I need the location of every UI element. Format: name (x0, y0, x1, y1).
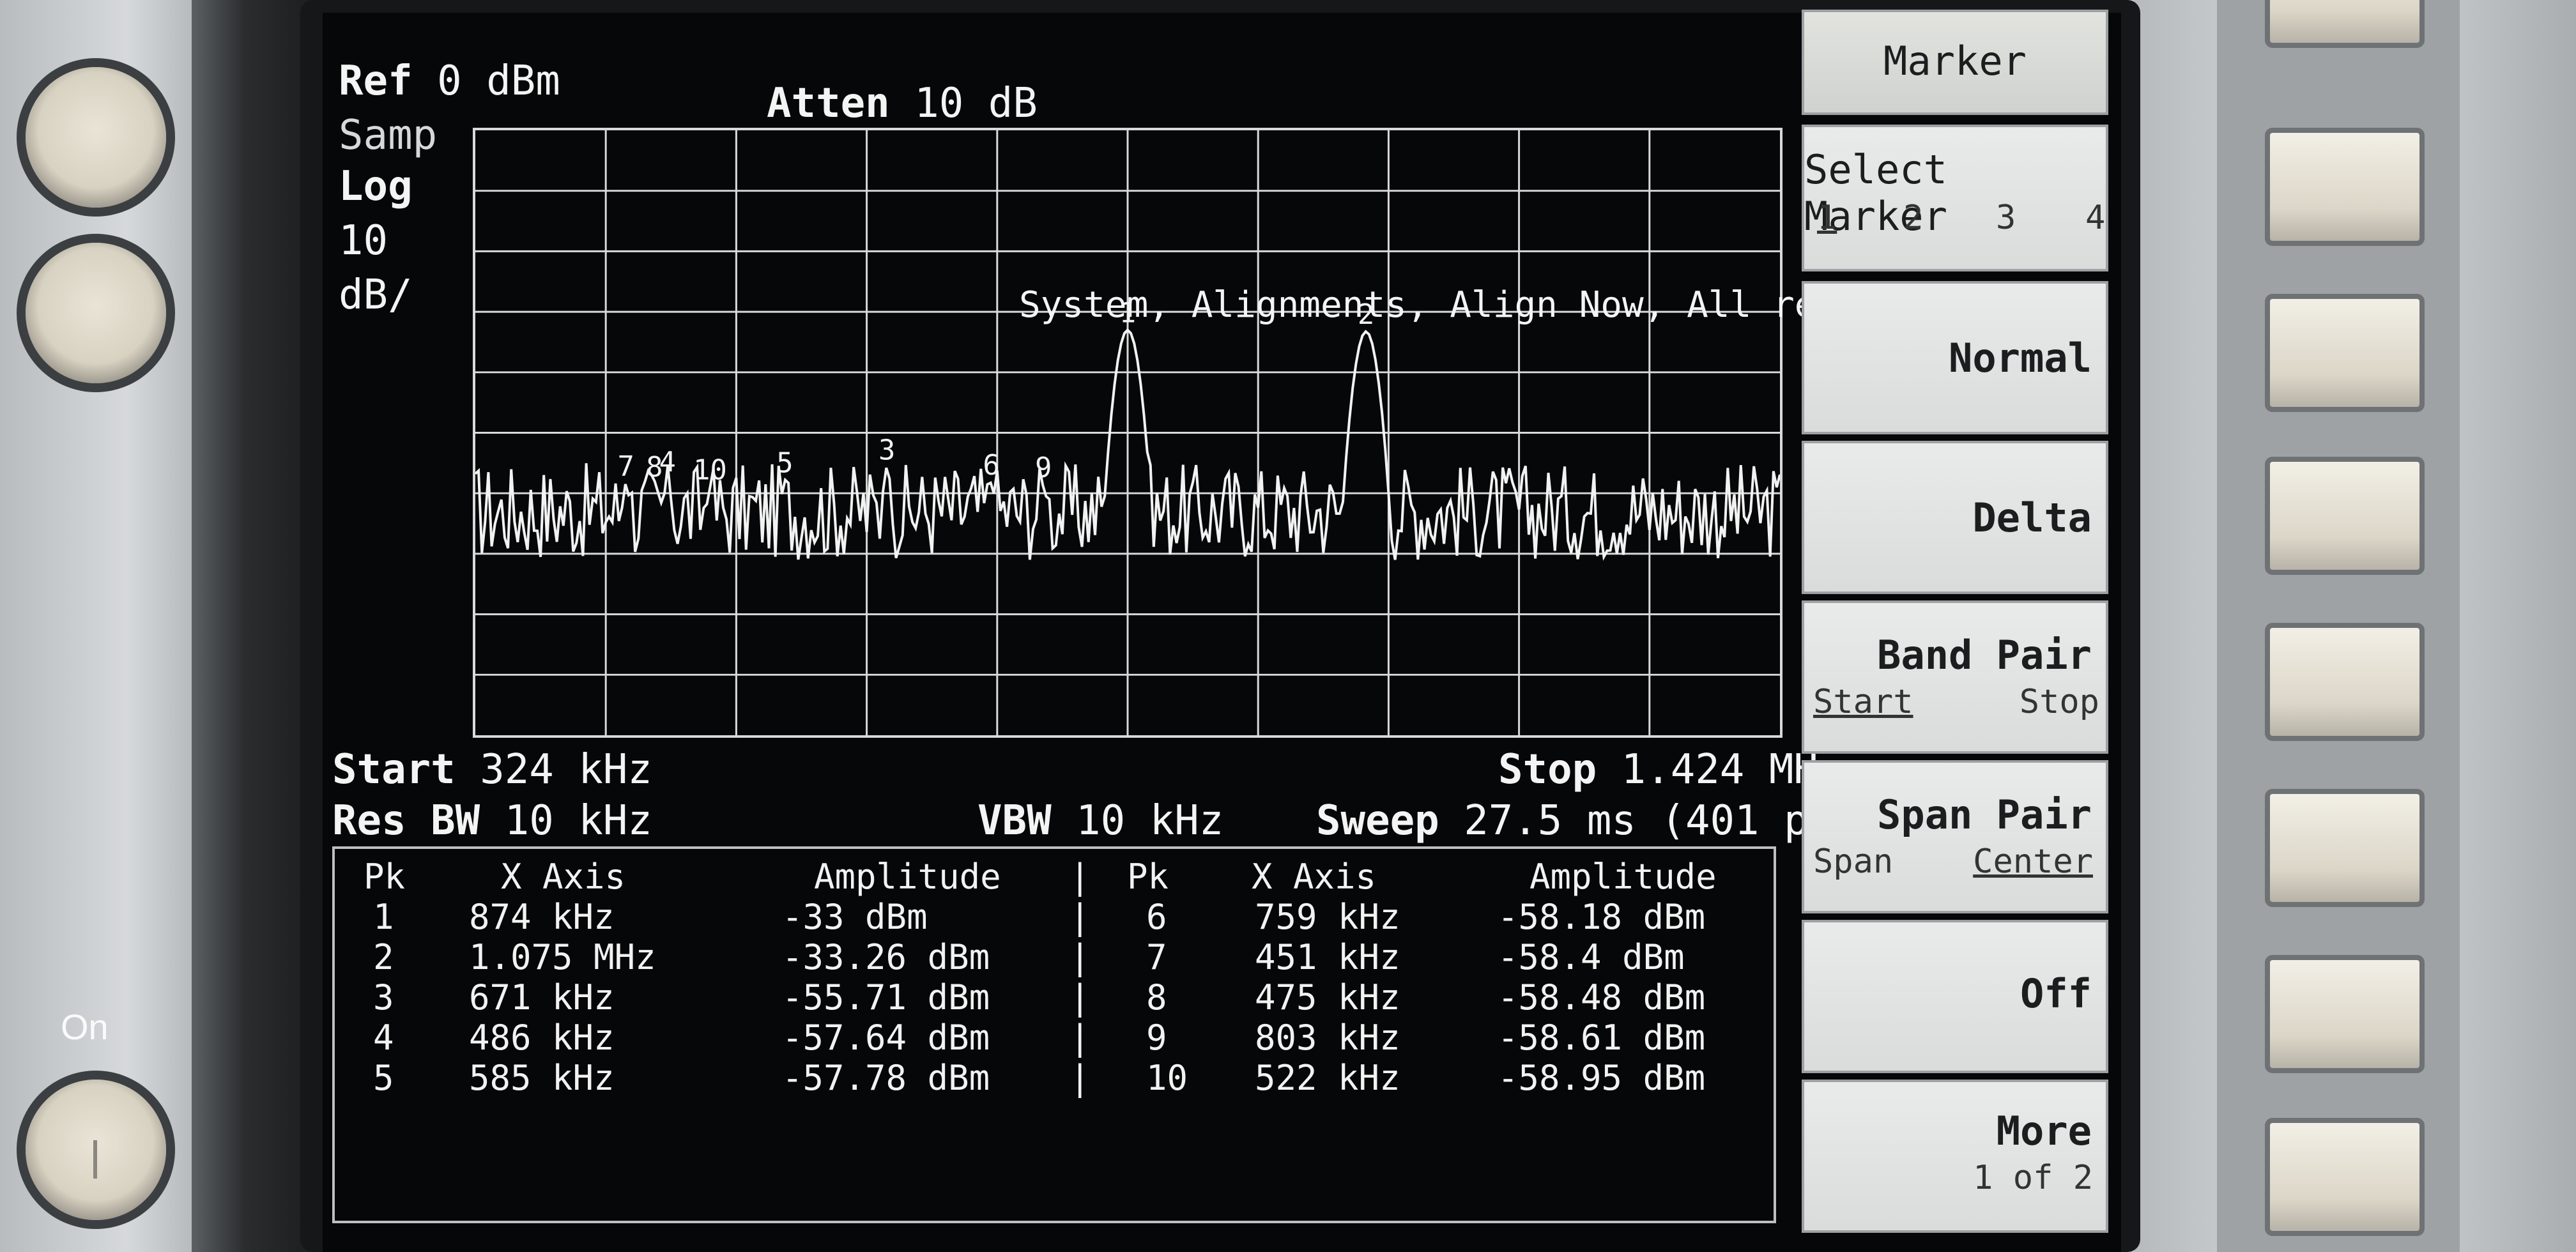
col-header-amplitude: Amplitude (814, 857, 1001, 897)
start-frequency: Start 324 kHz (332, 746, 652, 793)
normal-softkey[interactable]: Normal (1802, 281, 2108, 434)
band-pair-start-option: Start (1813, 683, 1913, 721)
col-header-x-axis: X Axis (501, 857, 626, 897)
front-panel-key-2[interactable] (26, 243, 166, 383)
row-separator: | (1070, 1058, 1091, 1098)
power-icon (93, 1140, 97, 1179)
peak-cell-pk-right: 9 (1146, 1018, 1167, 1058)
span-pair-softkey[interactable]: Span Pair Span Center (1802, 760, 2108, 913)
peak-cell-amp: -55.71 dBm (782, 977, 990, 1018)
peak-cell-x-right: 803 kHz (1255, 1018, 1400, 1058)
peak-cell-amp-right: -58.4 dBm (1498, 937, 1685, 977)
hard-key-0[interactable] (2265, 0, 2425, 48)
delta-softkey[interactable]: Delta (1802, 441, 2108, 594)
span-pair-center-option: Center (1973, 843, 2093, 881)
row-separator: | (1070, 937, 1091, 977)
marker-label-5: 5 (776, 447, 793, 479)
hard-key-6[interactable] (2265, 955, 2425, 1073)
peak-cell-pk: 2 (373, 937, 394, 977)
hard-key-5[interactable] (2265, 789, 2425, 907)
peak-cell-amp: -33 dBm (782, 897, 928, 937)
marker-label-3: 3 (878, 434, 895, 467)
peak-cell-pk-right: 7 (1146, 937, 1167, 977)
video-bandwidth: VBW 10 kHz (977, 797, 1224, 844)
front-panel-key-1[interactable] (26, 67, 166, 208)
span-pair-span-option: Span (1813, 843, 1894, 881)
peak-table: Pk X Axis Amplitude | Pk X Axis Amplitud… (332, 846, 1776, 1223)
select-marker-option-4: 4 (2085, 199, 2106, 237)
hard-key-4[interactable] (2265, 623, 2425, 741)
band-pair-softkey[interactable]: Band Pair Start Stop (1802, 600, 2108, 754)
hard-key-3[interactable] (2265, 457, 2425, 575)
col-header-x-axis-right: X Axis (1252, 857, 1377, 897)
select-marker-option-1: 1 (1817, 199, 1837, 237)
peak-cell-pk-right: 6 (1146, 897, 1167, 937)
detector-mode: Samp (339, 112, 438, 159)
marker-label-8: 8 (646, 451, 663, 484)
more-softkey[interactable]: More 1 of 2 (1802, 1080, 2108, 1233)
peak-cell-x-right: 522 kHz (1255, 1058, 1400, 1098)
hard-key-2[interactable] (2265, 294, 2425, 412)
menu-title: Marker (1802, 10, 2108, 115)
marker-label-6: 6 (983, 449, 999, 482)
peak-cell-amp: -57.78 dBm (782, 1058, 990, 1098)
col-header-pk-right: Pk (1127, 857, 1169, 897)
off-softkey[interactable]: Off (1802, 920, 2108, 1073)
more-page-indicator: 1 of 2 (1973, 1159, 2093, 1197)
stop-frequency: Stop 1.424 MHz (1498, 746, 1843, 793)
peak-cell-x: 585 kHz (469, 1058, 615, 1098)
marker-label-10: 10 (693, 454, 727, 486)
row-separator: | (1070, 897, 1091, 937)
power-on-label: On (61, 1007, 109, 1047)
scale-per-division: 10 (339, 217, 388, 264)
marker-label-9: 9 (1035, 452, 1052, 484)
select-marker-option-2: 2 (1903, 199, 1924, 237)
marker-label-7: 7 (618, 450, 634, 483)
hard-key-7[interactable] (2265, 1118, 2425, 1236)
peak-cell-x-right: 451 kHz (1255, 937, 1400, 977)
select-marker-option-3: 3 (1996, 199, 2016, 237)
peak-cell-pk-right: 8 (1146, 977, 1167, 1018)
peak-cell-amp-right: -58.48 dBm (1498, 977, 1706, 1018)
resolution-bandwidth: Res BW 10 kHz (332, 797, 652, 844)
peak-cell-pk: 5 (373, 1058, 394, 1098)
peak-cell-x: 1.075 MHz (469, 937, 656, 977)
peak-cell-pk-right: 10 (1146, 1058, 1188, 1098)
col-header-amplitude-right: Amplitude (1529, 857, 1717, 897)
reference-level: Ref 0 dBm (339, 57, 560, 105)
row-separator: | (1070, 977, 1091, 1018)
peak-cell-amp: -33.26 dBm (782, 937, 990, 977)
peak-cell-amp-right: -58.61 dBm (1498, 1018, 1706, 1058)
peak-cell-pk: 4 (373, 1018, 394, 1058)
peak-cell-amp-right: -58.95 dBm (1498, 1058, 1706, 1098)
sweep-time: Sweep 27.5 ms (401 pts) (1316, 797, 1883, 844)
scale-unit: dB/ (339, 271, 413, 319)
band-pair-stop-option: Stop (2019, 683, 2099, 721)
spectrum-plot: 1 234 5 67 8 910 (475, 130, 1780, 735)
col-header-pk: Pk (364, 857, 406, 897)
select-marker-softkey[interactable]: Select Marker 1 2 3 4 (1802, 125, 2108, 271)
peak-cell-x: 486 kHz (469, 1018, 615, 1058)
peak-cell-x-right: 475 kHz (1255, 977, 1400, 1018)
peak-cell-pk: 3 (373, 977, 394, 1018)
peak-cell-x-right: 759 kHz (1255, 897, 1400, 937)
col-separator: | (1070, 857, 1091, 897)
peak-cell-amp-right: -58.18 dBm (1498, 897, 1706, 937)
row-separator: | (1070, 1018, 1091, 1058)
peak-cell-x: 671 kHz (469, 977, 615, 1018)
attenuation: Atten 10 dB (767, 80, 1038, 127)
peak-cell-pk: 1 (373, 897, 394, 937)
peak-cell-x: 874 kHz (469, 897, 615, 937)
spectrum-graph: 1 2 3 4 5 6 7 8 9 10 (473, 128, 1782, 738)
scale-type: Log (339, 163, 413, 210)
peak-cell-amp: -57.64 dBm (782, 1018, 990, 1058)
hard-key-1[interactable] (2265, 128, 2425, 246)
